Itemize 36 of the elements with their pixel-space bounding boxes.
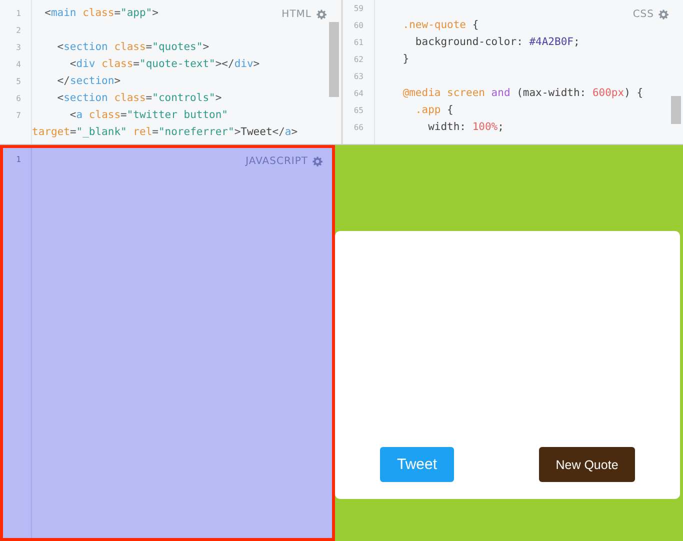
code-line: </section> [56,75,121,87]
line-number: 1 [16,155,21,164]
line-number: 59 [354,4,364,13]
code-line: width: 100%; [427,121,504,133]
code-line: <main class="app"> [44,7,158,19]
code-line: <div class="quote-text"></div> [68,58,260,70]
code-line: <section class="controls"> [56,92,222,104]
code-line: .app { [414,104,454,116]
language-label: JAVASCRIPT [246,156,308,167]
code-line: } [402,53,410,65]
code-line: target="_blank" rel="noreferrer">Tweet</a> [32,126,298,138]
code-line: @media screen and (max-width: 600px) { [402,87,644,99]
language-label: CSS [632,9,654,20]
code-line: background-color: #4A2B0F; [414,36,580,48]
code-line: <section class="quotes"> [56,41,210,53]
settings-icon[interactable] [658,9,669,20]
line-number: 7 [16,111,21,120]
line-number: 5 [16,77,21,86]
language-label: HTML [282,9,312,20]
new-quote-button[interactable]: New Quote [539,447,635,482]
line-number: 66 [354,123,364,132]
line-number: 3 [16,43,21,52]
line-number: 64 [354,89,364,98]
line-number: 62 [354,55,364,64]
line-number: 1 [16,9,21,18]
settings-icon[interactable] [316,9,326,20]
line-number: 60 [354,21,364,30]
line-number: 63 [354,72,364,81]
code-line: <a class="twitter button" [68,109,228,121]
code-line: .new-quote { [402,19,479,31]
line-number: 2 [16,26,21,35]
settings-icon[interactable] [312,156,323,167]
line-number: 6 [16,94,21,103]
line-number: 61 [354,38,364,47]
line-number: 4 [16,60,21,69]
line-number: 65 [354,106,364,115]
